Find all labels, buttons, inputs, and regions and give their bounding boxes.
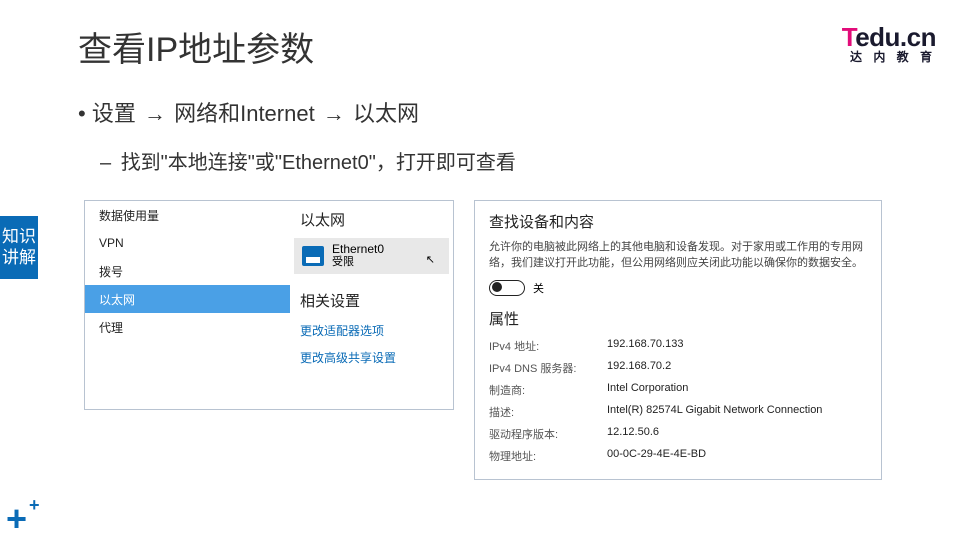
arrow-icon: → xyxy=(323,101,345,126)
nav-item-data-usage[interactable]: 数据使用量 xyxy=(85,201,290,229)
logo-t: T xyxy=(842,22,855,52)
discovery-description: 允许你的电脑被此网络上的其他电脑和设备发现。对于家用或工作用的专用网络，我们建议… xyxy=(489,240,867,272)
plus-icon: + xyxy=(29,496,40,514)
discovery-toggle[interactable] xyxy=(489,280,525,296)
link-advanced-sharing[interactable]: 更改高级共享设置 xyxy=(290,344,453,371)
properties-panel: 查找设备和内容 允许你的电脑被此网络上的其他电脑和设备发现。对于家用或工作用的专… xyxy=(474,200,882,480)
prop-val: 00-0C-29-4E-4E-BD xyxy=(607,448,867,464)
sub-bullet: 找到"本地连接"或"Ethernet0"，打开即可查看 xyxy=(118,146,516,175)
cursor-icon: ↖ xyxy=(426,253,435,266)
bc-network: 网络和Internet xyxy=(174,101,315,126)
arrow-icon: → xyxy=(144,101,166,126)
ethernet-heading: 以太网 xyxy=(290,201,453,236)
breadcrumb-bullet: 设置 → 网络和Internet → 以太网 xyxy=(78,96,419,128)
prop-row-description: 描述: Intel(R) 82574L Gigabit Network Conn… xyxy=(489,401,867,423)
adapter-name: Ethernet0 xyxy=(332,242,384,256)
brand-logo: Tedu.cn 达 内 教 育 xyxy=(842,24,936,64)
prop-key: IPv4 地址: xyxy=(489,338,607,354)
prop-row-dns: IPv4 DNS 服务器: 192.168.70.2 xyxy=(489,357,867,379)
nav-item-vpn[interactable]: VPN xyxy=(85,229,290,257)
toggle-label: 关 xyxy=(533,280,544,296)
slide-decoration: + + xyxy=(6,505,40,534)
logo-rest: edu.cn xyxy=(855,22,936,52)
side-tag: 知识讲解 xyxy=(0,216,38,279)
prop-row-driver: 驱动程序版本: 12.12.50.6 xyxy=(489,423,867,445)
nav-item-proxy[interactable]: 代理 xyxy=(85,313,290,341)
plus-icon: + xyxy=(6,505,27,534)
prop-key: 描述: xyxy=(489,404,607,420)
prop-key: 物理地址: xyxy=(489,448,607,464)
related-settings-heading: 相关设置 xyxy=(290,282,453,317)
adapter-status: 受限 xyxy=(332,256,384,269)
prop-val: 192.168.70.2 xyxy=(607,360,867,376)
prop-val: Intel Corporation xyxy=(607,382,867,398)
prop-val: 12.12.50.6 xyxy=(607,426,867,442)
prop-val: 192.168.70.133 xyxy=(607,338,867,354)
bc-ethernet: 以太网 xyxy=(353,101,419,126)
bc-settings: 设置 xyxy=(92,101,136,126)
properties-heading: 属性 xyxy=(489,308,867,329)
prop-val: Intel(R) 82574L Gigabit Network Connecti… xyxy=(607,404,867,420)
nav-item-dialup[interactable]: 拨号 xyxy=(85,257,290,285)
prop-key: 驱动程序版本: xyxy=(489,426,607,442)
settings-content: 以太网 Ethernet0 受限 ↖ 相关设置 更改适配器选项 更改高级共享设置 xyxy=(290,201,453,409)
logo-subtitle: 达 内 教 育 xyxy=(842,51,936,64)
link-change-adapter[interactable]: 更改适配器选项 xyxy=(290,317,453,344)
prop-row-ipv4: IPv4 地址: 192.168.70.133 xyxy=(489,335,867,357)
prop-row-manufacturer: 制造商: Intel Corporation xyxy=(489,379,867,401)
settings-nav-panel: 数据使用量 VPN 拨号 以太网 代理 以太网 Ethernet0 受限 ↖ 相… xyxy=(84,200,454,410)
slide-title: 查看IP地址参数 xyxy=(78,22,314,71)
properties-table: IPv4 地址: 192.168.70.133 IPv4 DNS 服务器: 19… xyxy=(489,335,867,467)
prop-key: 制造商: xyxy=(489,382,607,398)
prop-key: IPv4 DNS 服务器: xyxy=(489,360,607,376)
discovery-heading: 查找设备和内容 xyxy=(489,211,867,232)
prop-row-mac: 物理地址: 00-0C-29-4E-4E-BD xyxy=(489,445,867,467)
ethernet-icon xyxy=(302,246,324,266)
settings-nav: 数据使用量 VPN 拨号 以太网 代理 xyxy=(85,201,290,409)
nav-item-ethernet[interactable]: 以太网 xyxy=(85,285,290,313)
ethernet-adapter-item[interactable]: Ethernet0 受限 ↖ xyxy=(294,238,449,274)
